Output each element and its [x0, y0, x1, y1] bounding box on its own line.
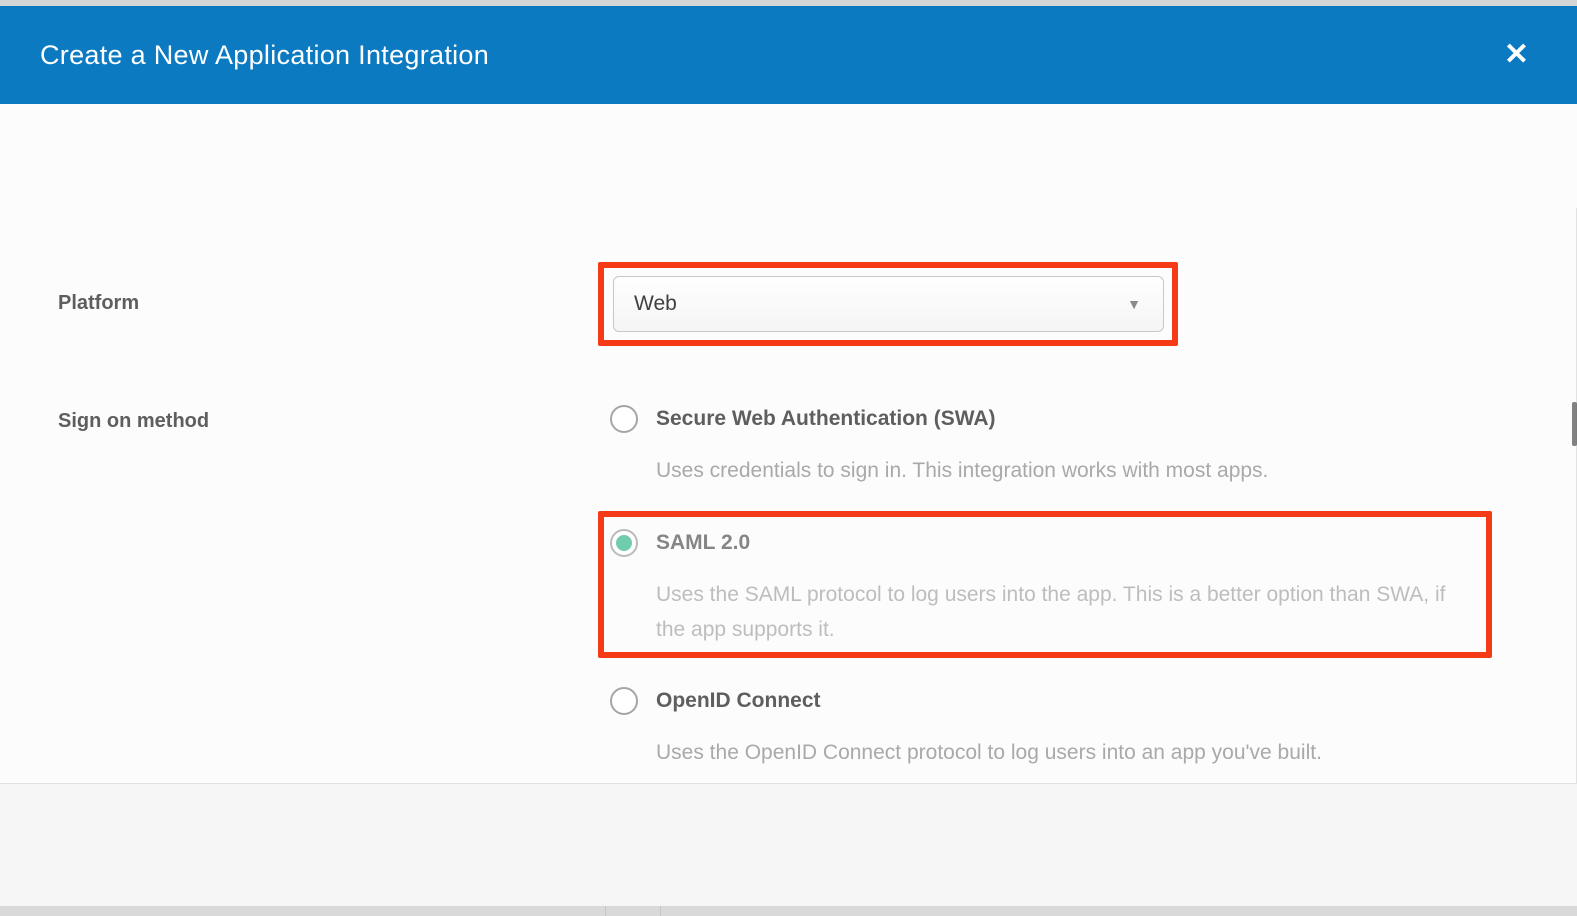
radio-saml-label: SAML 2.0: [656, 531, 750, 555]
radio-swa-description: Uses credentials to sign in. This integr…: [656, 453, 1476, 488]
page-bottom-edge: [0, 906, 1577, 916]
scrollbar-thumb[interactable]: [1572, 402, 1577, 446]
platform-dropdown-value: Web: [634, 292, 677, 316]
modal-header: Create a New Application Integration ✕: [0, 6, 1577, 104]
radio-oidc-description: Uses the OpenID Connect protocol to log …: [656, 735, 1476, 770]
background-table-divider: [660, 906, 661, 916]
sign-on-option-oidc: OpenID Connect Uses the OpenID Connect p…: [610, 687, 1510, 770]
modal-footer: Create Cancel: [0, 783, 1577, 906]
sign-on-option-swa: Secure Web Authentication (SWA) Uses cre…: [610, 405, 1510, 488]
modal-body: Platform Sign on method Web ▼ Secure Web…: [0, 104, 1577, 783]
close-icon[interactable]: ✕: [1504, 40, 1529, 70]
sign-on-option-saml: SAML 2.0 Uses the SAML protocol to log u…: [610, 529, 1510, 647]
radio-oidc[interactable]: [610, 687, 638, 715]
background-table-divider: [605, 906, 606, 916]
radio-row-saml[interactable]: SAML 2.0: [610, 529, 1510, 557]
radio-oidc-label: OpenID Connect: [656, 689, 821, 713]
chevron-down-icon: ▼: [1127, 296, 1141, 312]
radio-saml[interactable]: [610, 529, 638, 557]
modal-screen: Create a New Application Integration ✕ P…: [0, 0, 1577, 916]
radio-saml-description: Uses the SAML protocol to log users into…: [656, 577, 1476, 647]
platform-label: Platform: [58, 292, 139, 315]
sign-on-method-label: Sign on method: [58, 410, 209, 433]
modal-title: Create a New Application Integration: [40, 40, 489, 71]
radio-swa-label: Secure Web Authentication (SWA): [656, 407, 996, 431]
radio-row-swa[interactable]: Secure Web Authentication (SWA): [610, 405, 1510, 433]
platform-dropdown[interactable]: Web ▼: [613, 276, 1164, 332]
radio-swa[interactable]: [610, 405, 638, 433]
radio-row-oidc[interactable]: OpenID Connect: [610, 687, 1510, 715]
